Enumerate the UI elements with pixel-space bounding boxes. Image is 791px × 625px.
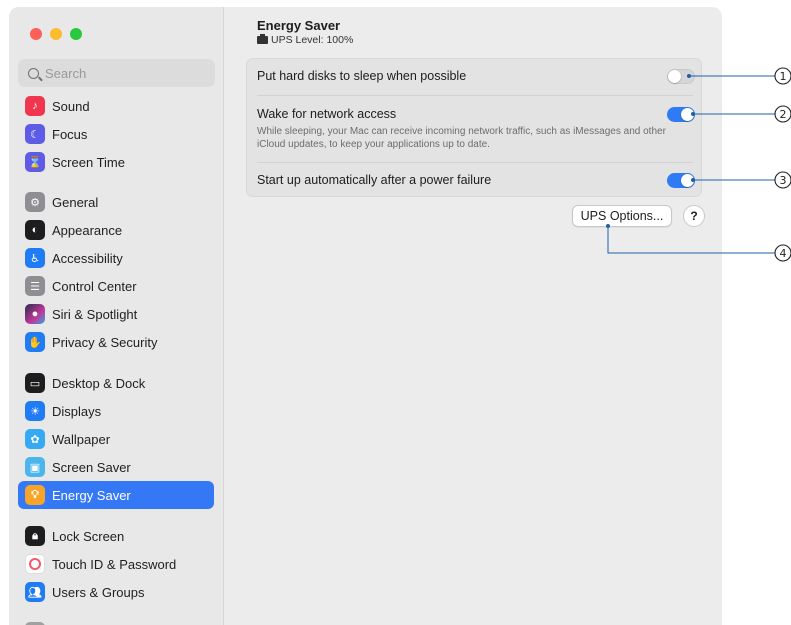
hand-icon: ✋: [25, 332, 45, 352]
setting-description: While sleeping, your Mac can receive inc…: [257, 126, 666, 150]
dock-icon: ▭: [25, 373, 45, 393]
help-button[interactable]: ?: [683, 205, 705, 227]
control-center-icon: ☰: [25, 276, 45, 296]
sidebar-item-privacy-security[interactable]: ✋ Privacy & Security: [18, 328, 214, 356]
toggle-knob: [681, 108, 694, 121]
sidebar-item-label: Energy Saver: [52, 487, 131, 503]
sidebar-item-label: Siri & Spotlight: [52, 306, 138, 322]
zoom-button[interactable]: [70, 28, 82, 40]
sidebar-item-label: Displays: [52, 403, 102, 419]
setting-label: Put hard disks to sleep when possible: [257, 69, 467, 83]
sidebar-item-lock-screen[interactable]: 🔒︎ Lock Screen: [18, 522, 214, 550]
users-icon: 👥︎: [25, 582, 45, 602]
sidebar: ♪ Sound ☾ Focus ⌛ Screen Time ⚙ General …: [9, 7, 224, 625]
sidebar-item-label: Screen Time: [52, 154, 125, 170]
setting-row-auto-startup: Start up automatically after a power fai…: [257, 173, 693, 187]
minimize-button[interactable]: [50, 28, 62, 40]
bulb-icon: 💡︎: [25, 485, 45, 505]
sidebar-item-displays[interactable]: ☀ Displays: [18, 397, 214, 425]
sidebar-item-label: Appearance: [52, 222, 123, 238]
toggle-knob: [668, 70, 681, 83]
accessibility-icon: ♿: [25, 248, 45, 268]
sidebar-item-general[interactable]: ⚙ General: [18, 188, 214, 216]
sidebar-item-sound[interactable]: ♪ Sound: [18, 92, 214, 120]
system-settings-window: ♪ Sound ☾ Focus ⌛ Screen Time ⚙ General …: [9, 7, 722, 625]
sidebar-item-label: General: [52, 194, 99, 210]
sidebar-item-siri-spotlight[interactable]: ● Siri & Spotlight: [18, 300, 214, 328]
sidebar-item-label: Accessibility: [52, 250, 123, 266]
sidebar-item-label: Sound: [52, 98, 90, 114]
callout-badge-4: [774, 244, 791, 262]
sidebar-item-screen-time[interactable]: ⌛ Screen Time: [18, 148, 214, 176]
appearance-icon: ◐: [25, 220, 45, 240]
window-controls: [30, 28, 82, 40]
hard-disk-sleep-toggle[interactable]: [667, 69, 695, 84]
ups-options-button[interactable]: UPS Options...: [572, 205, 672, 227]
fingerprint-icon: [25, 554, 45, 574]
screen-saver-icon: ▣: [25, 457, 45, 477]
callout-badge-1: [774, 67, 791, 85]
divider: [257, 95, 693, 96]
sidebar-item-users-groups[interactable]: 👥︎ Users & Groups: [18, 578, 214, 606]
toggle-knob: [681, 174, 694, 187]
sidebar-item-label: Wallpaper: [52, 431, 111, 447]
search-field[interactable]: [18, 59, 215, 87]
sidebar-item-label: Control Center: [52, 278, 137, 294]
callout-badge-2: [774, 105, 791, 123]
callout-number-1: 1: [780, 70, 787, 83]
sidebar-item-label: Screen Saver: [52, 459, 131, 475]
callout-number-3: 3: [780, 174, 787, 187]
search-icon: [28, 67, 39, 79]
sidebar-item-energy-saver[interactable]: 💡︎ Energy Saver: [18, 481, 214, 509]
sidebar-item-label: Desktop & Dock: [52, 375, 146, 391]
settings-group: Put hard disks to sleep when possible Wa…: [246, 58, 702, 197]
setting-label: Start up automatically after a power fai…: [257, 173, 492, 187]
sidebar-item-appearance[interactable]: ◐ Appearance: [18, 216, 214, 244]
divider: [257, 162, 693, 163]
sidebar-item-accessibility[interactable]: ♿ Accessibility: [18, 244, 214, 272]
callout-number-4: 4: [780, 247, 787, 260]
ups-level: UPS Level: 100%: [257, 34, 353, 46]
sidebar-item-focus[interactable]: ☾ Focus: [18, 120, 214, 148]
callout-number-2: 2: [780, 108, 787, 121]
sidebar-item-label: Touch ID & Password: [52, 556, 177, 572]
gear-icon: ⚙: [25, 192, 45, 212]
sun-icon: ☀: [25, 401, 45, 421]
flower-icon: ✿: [25, 429, 45, 449]
battery-icon: [257, 34, 268, 44]
search-input[interactable]: [45, 65, 195, 81]
setting-row-wake-network: Wake for network access While sleeping, …: [257, 107, 693, 151]
sidebar-item-touch-id-password[interactable]: Touch ID & Password: [18, 550, 214, 578]
energy-saver-pane: Energy Saver UPS Level: 100% Put hard di…: [224, 7, 722, 625]
siri-icon: ●: [25, 304, 45, 324]
sidebar-item-control-center[interactable]: ☰ Control Center: [18, 272, 214, 300]
auto-startup-toggle[interactable]: [667, 173, 695, 188]
sidebar-item-label: Privacy & Security: [52, 334, 158, 350]
moon-icon: ☾: [25, 124, 45, 144]
setting-label: Wake for network access: [257, 107, 397, 121]
ups-level-label: UPS Level: 100%: [271, 34, 354, 46]
lock-icon: 🔒︎: [25, 526, 45, 546]
hourglass-icon: ⌛: [25, 152, 45, 172]
sidebar-item-screen-saver[interactable]: ▣ Screen Saver: [18, 453, 214, 481]
sidebar-item-label: Lock Screen: [52, 528, 125, 544]
sidebar-item-partial[interactable]: [18, 618, 214, 625]
close-button[interactable]: [30, 28, 42, 40]
sidebar-item-desktop-dock[interactable]: ▭ Desktop & Dock: [18, 369, 214, 397]
page-title: Energy Saver: [257, 18, 341, 33]
speaker-icon: ♪: [25, 96, 45, 116]
callout-badge-3: [774, 171, 791, 189]
wake-network-toggle[interactable]: [667, 107, 695, 122]
setting-row-hard-disk-sleep: Put hard disks to sleep when possible: [257, 69, 693, 83]
sidebar-item-label: Users & Groups: [52, 584, 145, 600]
sidebar-item-label: Focus: [52, 126, 88, 142]
sidebar-item-wallpaper[interactable]: ✿ Wallpaper: [18, 425, 214, 453]
